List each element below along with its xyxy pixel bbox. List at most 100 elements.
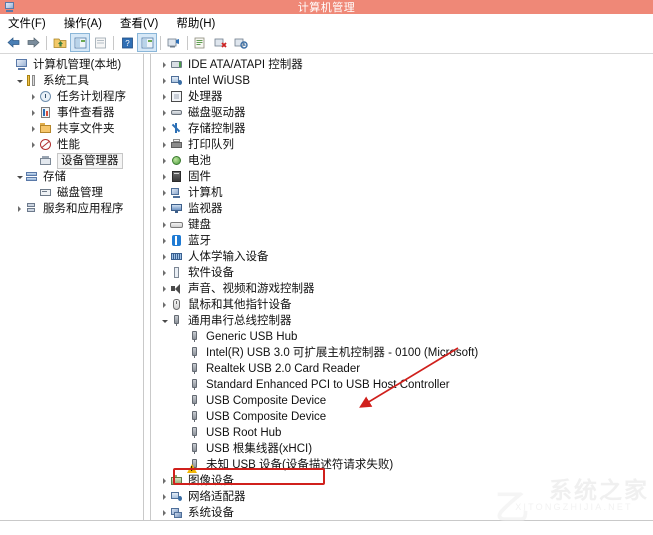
toolbar-show-tree[interactable]	[70, 33, 90, 52]
pane-splitter[interactable]	[144, 54, 151, 520]
device-node-sound-video-game[interactable]: 声音、视频和游戏控制器	[151, 281, 653, 297]
tree-performance[interactable]: 性能	[0, 137, 143, 153]
expand-chevron-icon[interactable]	[159, 489, 170, 505]
software-device-icon	[170, 266, 184, 280]
toolbar-back[interactable]	[3, 33, 23, 52]
device-node-disk-drives[interactable]: 磁盘驱动器	[151, 105, 653, 121]
expand-chevron-icon[interactable]	[159, 169, 170, 185]
expand-chevron-icon[interactable]	[159, 217, 170, 233]
expand-chevron-icon[interactable]	[159, 233, 170, 249]
device-node-usb-controllers[interactable]: 通用串行总线控制器	[151, 313, 653, 329]
device-node-imaging[interactable]: 图像设备	[151, 473, 653, 489]
ide-controller-icon	[170, 58, 184, 72]
tree-storage[interactable]: 存储	[0, 169, 143, 185]
device-node-bluetooth[interactable]: 蓝牙	[151, 233, 653, 249]
expand-chevron-icon[interactable]	[159, 121, 170, 137]
expand-chevron-icon[interactable]	[159, 473, 170, 489]
toolbar-forward[interactable]	[23, 33, 43, 52]
device-node-intel-wiusb-label: Intel WiUSB	[188, 75, 250, 87]
device-node-keyboards[interactable]: 键盘	[151, 217, 653, 233]
expand-chevron-icon[interactable]	[159, 89, 170, 105]
device-node-software-devices[interactable]: 软件设备	[151, 265, 653, 281]
device-generic-usb-hub[interactable]: Generic USB Hub	[151, 329, 653, 345]
collapse-chevron-icon[interactable]	[14, 169, 25, 185]
main-content: 计算机管理(本地) 系统工具 任务计划程序 事件查看器 共享文件夹 性能 设备管理器 存储 磁盘…	[0, 54, 653, 520]
expand-chevron-icon[interactable]	[159, 185, 170, 201]
expand-chevron-icon[interactable]	[159, 105, 170, 121]
tree-services-and-applications[interactable]: 服务和应用程序	[0, 201, 143, 217]
tree-task-scheduler-label: 任务计划程序	[57, 91, 126, 103]
expand-chevron-icon[interactable]	[159, 281, 170, 297]
device-node-system-devices[interactable]: 系统设备	[151, 505, 653, 520]
tree-computer-management[interactable]: 计算机管理(本地)	[0, 57, 143, 73]
device-node-storage-controllers[interactable]: 存储控制器	[151, 121, 653, 137]
tree-system-tools[interactable]: 系统工具	[0, 73, 143, 89]
toolbar-scan-hardware[interactable]	[164, 33, 184, 52]
expand-chevron-icon[interactable]	[28, 121, 39, 137]
device-node-imaging-label: 图像设备	[188, 475, 234, 487]
device-usb-composite-1[interactable]: USB Composite Device	[151, 393, 653, 409]
tree-shared-folders[interactable]: 共享文件夹	[0, 121, 143, 137]
toolbar-help[interactable]: ?	[117, 33, 137, 52]
expand-chevron-icon[interactable]	[159, 265, 170, 281]
device-node-keyboards-label: 键盘	[188, 219, 211, 231]
device-node-batteries[interactable]: 电池	[151, 153, 653, 169]
device-node-monitors-label: 监视器	[188, 203, 223, 215]
console-tree-pane[interactable]: 计算机管理(本地) 系统工具任务计划程序事件查看器 共享文件夹 性能 设备管理器 存储 磁盘…	[0, 54, 144, 520]
toolbar-properties[interactable]	[90, 33, 110, 52]
tree-event-viewer[interactable]: 事件查看器	[0, 105, 143, 121]
expand-chevron-icon[interactable]	[159, 57, 170, 73]
device-node-print-queues-label: 打印队列	[188, 139, 234, 151]
tree-disk-management[interactable]: 磁盘管理	[0, 185, 143, 201]
expand-chevron-icon[interactable]	[159, 137, 170, 153]
device-node-hid[interactable]: 人体学输入设备	[151, 249, 653, 265]
expand-chevron-icon[interactable]	[28, 137, 39, 153]
toolbar-show-hidden[interactable]	[137, 33, 157, 52]
collapse-chevron-icon[interactable]	[159, 313, 170, 329]
device-node-intel-wiusb[interactable]: Intel WiUSB	[151, 73, 653, 89]
event-viewer-icon	[39, 106, 53, 120]
network-adapter-icon	[170, 74, 184, 88]
toolbar-disable-device[interactable]	[231, 33, 251, 52]
expand-chevron-icon[interactable]	[159, 153, 170, 169]
expand-chevron-icon[interactable]	[159, 505, 170, 520]
menu-file[interactable]: 文件(F)	[6, 14, 55, 32]
expand-chevron-icon[interactable]	[159, 297, 170, 313]
menu-action[interactable]: 操作(A)	[62, 14, 111, 32]
device-node-ide-ata-atapi[interactable]: IDE ATA/ATAPI 控制器	[151, 57, 653, 73]
device-usb-root-hub-xhci[interactable]: USB 根集线器(xHCI)	[151, 441, 653, 457]
device-node-firmware[interactable]: 固件	[151, 169, 653, 185]
tree-device-manager[interactable]: 设备管理器	[0, 153, 143, 169]
device-realtek-card-reader[interactable]: Realtek USB 2.0 Card Reader	[151, 361, 653, 377]
menu-view[interactable]: 查看(V)	[118, 14, 167, 32]
device-realtek-card-reader-label: Realtek USB 2.0 Card Reader	[206, 363, 361, 375]
device-node-monitors[interactable]: 监视器	[151, 201, 653, 217]
expand-chevron-icon[interactable]	[159, 201, 170, 217]
device-node-computer[interactable]: 计算机	[151, 185, 653, 201]
usb-device-icon	[188, 330, 202, 344]
device-node-print-queues[interactable]: 打印队列	[151, 137, 653, 153]
toolbar-uninstall-device[interactable]	[211, 33, 231, 52]
device-node-network-adapters[interactable]: 网络适配器	[151, 489, 653, 505]
expand-chevron-icon[interactable]	[159, 73, 170, 89]
device-node-processors[interactable]: 处理器	[151, 89, 653, 105]
expand-chevron-icon[interactable]	[28, 105, 39, 121]
device-unknown-usb-descriptor-failed[interactable]: 未知 USB 设备(设备描述符请求失败)	[151, 457, 653, 473]
tree-task-scheduler[interactable]: 任务计划程序	[0, 89, 143, 105]
menu-help[interactable]: 帮助(H)	[174, 14, 224, 32]
device-list-pane[interactable]: IDE ATA/ATAPI 控制器 Intel WiUSB 处理器 磁盘驱动器 存储控制…	[151, 54, 653, 520]
collapse-chevron-icon[interactable]	[14, 73, 25, 89]
toolbar-update-driver[interactable]	[191, 33, 211, 52]
device-intel-usb3-xhci[interactable]: Intel(R) USB 3.0 可扩展主机控制器 - 0100 (Micros…	[151, 345, 653, 361]
device-usb-root-hub[interactable]: USB Root Hub	[151, 425, 653, 441]
device-usb-composite-2[interactable]: USB Composite Device	[151, 409, 653, 425]
device-node-mice[interactable]: 鼠标和其他指针设备	[151, 297, 653, 313]
expand-chevron-icon[interactable]	[159, 249, 170, 265]
device-standard-ehci[interactable]: Standard Enhanced PCI to USB Host Contro…	[151, 377, 653, 393]
expand-chevron-icon[interactable]	[14, 201, 25, 217]
device-usb-root-hub-xhci-label: USB 根集线器(xHCI)	[206, 443, 313, 455]
bluetooth-icon	[170, 234, 184, 248]
toolbar-up-level[interactable]	[50, 33, 70, 52]
expand-chevron-icon[interactable]	[28, 89, 39, 105]
